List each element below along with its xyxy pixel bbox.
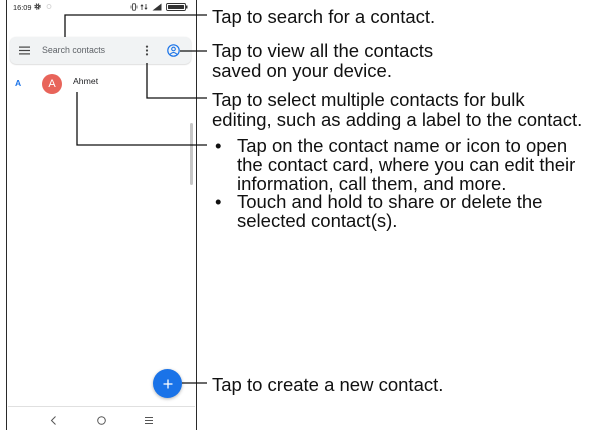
avatar[interactable]: A [42,74,62,94]
callout-account: Tap to view all the contacts saved on yo… [212,41,433,81]
callout-select-line: editing, such as adding a label to the c… [212,109,583,130]
recents-icon[interactable] [144,415,154,426]
gear-icon [34,3,41,10]
search-input[interactable] [42,45,137,56]
add-contact-button[interactable] [153,369,182,398]
hamburger-menu-icon[interactable] [19,46,30,55]
callout-create-line: Tap to create a new contact. [212,374,444,395]
status-time: 16:09 [13,3,32,12]
callout-select: Tap to select multiple contacts for bulk… [212,90,582,130]
back-icon[interactable] [50,415,57,426]
nav-bar-divider [8,406,195,407]
callout-account-line: saved on your device. [212,60,392,81]
more-vert-icon[interactable] [144,45,150,56]
callout-contact-line: selected contact(s). [237,210,398,232]
plus-icon [163,379,172,388]
search-bar[interactable] [10,37,191,64]
phone-screen: 16:09 Search contacts A A Ahmet [6,0,197,430]
scrollbar[interactable] [190,123,193,185]
vibrate-icon [130,3,138,11]
callout-contact-bullet: Touch and hold to share or delete the se… [212,193,575,231]
callout-contact-line: Tap on the contact name or icon to open [237,135,568,156]
callout-select-line: Tap to select multiple contacts for bulk [212,89,525,110]
contact-name[interactable]: Ahmet [73,76,98,86]
notification-dot-icon [46,4,52,9]
network-icon [140,4,148,10]
callout-create: Tap to create a new contact. [212,375,443,395]
callout-contact-line: the contact card, where you can edit the… [237,153,576,175]
callout-contact-bullet: Tap on the contact name or icon to open … [212,135,576,193]
callout-search-line: Tap to search for a contact. [212,6,436,27]
callout-account-line: Tap to view all the contacts [212,40,434,61]
section-letter: A [15,78,22,88]
home-icon[interactable] [96,415,107,426]
callout-contact: Tap on the contact name or icon to open … [212,135,576,231]
contact-row[interactable]: A Ahmet [36,72,186,96]
battery-icon [166,3,188,11]
phone-frame [6,0,197,430]
signal-icon [152,3,162,11]
account-circle-icon[interactable] [167,44,180,57]
callout-search: Tap to search for a contact. [212,7,435,27]
